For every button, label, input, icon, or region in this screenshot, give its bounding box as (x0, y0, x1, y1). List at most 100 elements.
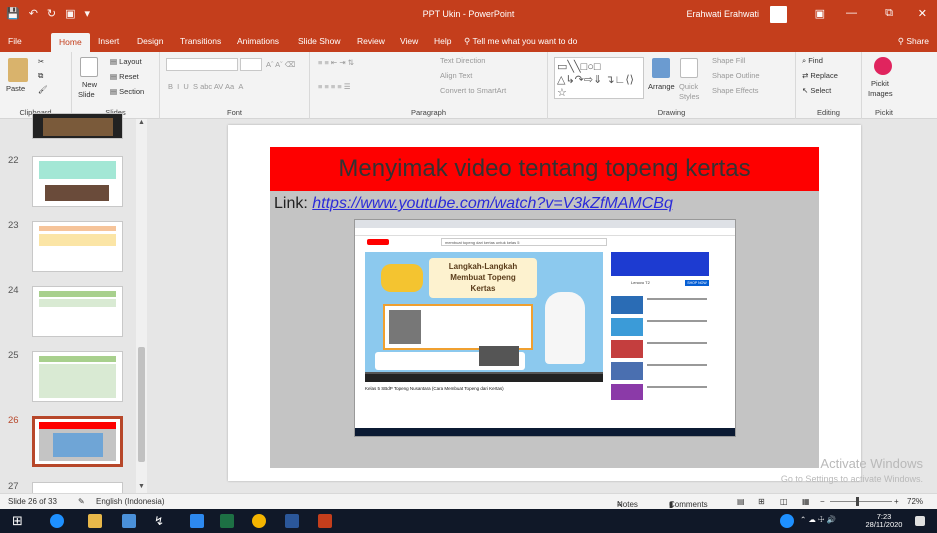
tab-file[interactable]: File (8, 36, 22, 46)
spellcheck-icon[interactable]: ✎ (78, 497, 85, 506)
quick-styles-icon[interactable] (680, 58, 698, 78)
copy-icon[interactable]: ⧉ (38, 71, 43, 81)
select-button[interactable]: ↖ Select (802, 86, 831, 95)
reading-view-icon[interactable]: ◫ (780, 497, 788, 506)
zoom-slider-thumb[interactable] (856, 497, 859, 506)
photos-icon[interactable] (190, 514, 204, 528)
ribbon-display-icon[interactable]: ▣ (815, 7, 825, 20)
thumbnail-slide-26[interactable] (32, 416, 123, 467)
arrange-button[interactable]: Arrange (648, 82, 675, 91)
edge-icon[interactable] (50, 514, 64, 528)
quick-styles-button[interactable]: Quick (679, 82, 698, 91)
slideshow-icon[interactable]: ▦ (802, 497, 810, 506)
shapes-gallery[interactable]: ▭╲╲□○□ △↳↷⇨⇓ ↴∟⟨⟩☆ (554, 57, 644, 99)
zoom-in-icon[interactable]: + (894, 497, 899, 506)
grow-font-icon[interactable]: Aˆ Aˇ ⌫ (266, 60, 295, 69)
layout-button[interactable]: ▤ Layout (110, 57, 142, 66)
slide-sorter-icon[interactable]: ⊞ (758, 497, 765, 506)
powerpoint-taskbar-icon[interactable] (318, 514, 332, 528)
tell-me-box[interactable]: ⚲ Tell me what you want to do (464, 36, 577, 47)
tab-review[interactable]: Review (357, 36, 385, 46)
tab-insert[interactable]: Insert (98, 36, 119, 46)
list-icons[interactable]: ≡ ≡ ⇤ ⇥ ⇅ (318, 58, 354, 67)
slide-number-26: 26 (8, 415, 19, 426)
file-explorer-icon[interactable] (88, 514, 102, 528)
minimize-icon[interactable]: — (846, 7, 857, 19)
font-size-combo[interactable] (240, 58, 262, 71)
thumbnail-slide-25[interactable] (32, 351, 123, 402)
section-button[interactable]: ▤ Section (110, 87, 144, 96)
convert-smartart-button[interactable]: Convert to SmartArt (440, 86, 506, 95)
youtube-link[interactable]: https://www.youtube.com/watch?v=V3kZfMAM… (312, 195, 673, 212)
pickit-button[interactable]: Pickit (871, 79, 889, 88)
new-slide-icon[interactable] (80, 57, 98, 77)
help-icon[interactable] (780, 514, 794, 528)
shape-outline-button[interactable]: Shape Outline (712, 71, 760, 80)
clock[interactable]: 7:23 28/11/2020 (864, 513, 904, 529)
windows-start-icon[interactable]: ⊞ (12, 514, 26, 528)
tab-view[interactable]: View (400, 36, 418, 46)
tab-animations[interactable]: Animations (237, 36, 279, 46)
zoom-level[interactable]: 72% (907, 497, 923, 506)
text-direction-button[interactable]: Text Direction (440, 56, 485, 65)
slide-number-23: 23 (8, 220, 19, 231)
zoom-slider[interactable] (830, 497, 892, 506)
current-slide[interactable]: Menyimak video tentang topeng kertas Lin… (228, 125, 861, 481)
quick-styles-button-2[interactable]: Styles (679, 92, 699, 101)
scrollbar-thumb[interactable] (138, 347, 145, 462)
excel-icon[interactable] (220, 514, 234, 528)
reset-button[interactable]: ▤ Reset (110, 72, 139, 81)
replace-button[interactable]: ⇄ Replace (802, 71, 838, 80)
tab-transitions[interactable]: Transitions (180, 36, 221, 46)
restore-icon[interactable]: ⧉ (885, 7, 893, 20)
shape-effects-button[interactable]: Shape Effects (712, 86, 759, 95)
close-icon[interactable]: ✕ (918, 7, 927, 20)
thumbnail-slide-24[interactable] (32, 286, 123, 337)
normal-view-icon[interactable]: ▤ (737, 497, 745, 506)
new-slide-button[interactable]: New (82, 80, 97, 89)
scroll-down-icon[interactable]: ▼ (138, 483, 145, 490)
align-icons[interactable]: ≡ ≡ ≡ ≡ ☰ (318, 82, 351, 91)
find-button[interactable]: ⌕ Find (802, 56, 823, 66)
thumbnail-slide-23[interactable] (32, 221, 123, 272)
scroll-up-icon[interactable]: ▲ (138, 119, 145, 126)
arrange-icon[interactable] (652, 58, 670, 78)
tab-slide-show[interactable]: Slide Show (298, 36, 341, 46)
user-name[interactable]: Erahwati Erahwati (686, 9, 759, 19)
tab-help[interactable]: Help (434, 36, 451, 46)
tab-design[interactable]: Design (137, 36, 163, 46)
youtube-screenshot[interactable]: membuat topeng dari kertas untuk kelas 5… (354, 219, 736, 437)
shape-fill-button[interactable]: Shape Fill (712, 56, 745, 65)
pickit-icon[interactable] (874, 57, 892, 75)
notifications-icon[interactable] (915, 516, 925, 526)
paste-icon[interactable] (8, 58, 28, 82)
thumbnails-scrollbar[interactable]: ▲ ▼ (136, 119, 147, 493)
language-indicator[interactable]: English (Indonesia) (96, 497, 164, 506)
tab-home[interactable]: Home (51, 33, 90, 52)
align-text-button[interactable]: Align Text (440, 71, 472, 80)
avatar[interactable] (770, 6, 787, 23)
chrome-icon[interactable] (252, 514, 266, 528)
browser-tabs (355, 220, 735, 228)
font-name-combo[interactable] (166, 58, 238, 71)
share-button[interactable]: ⚲ Share (898, 36, 929, 47)
slide-content-box[interactable]: Link: https://www.youtube.com/watch?v=V3… (270, 191, 819, 468)
explorer-window-icon[interactable] (122, 514, 136, 528)
font-format-icons[interactable]: B I U S abc AV Aa A (168, 82, 243, 91)
paste-button[interactable]: Paste (6, 84, 25, 93)
cut-icon[interactable]: ✂ (38, 57, 44, 66)
slide-number-27: 27 (8, 481, 19, 492)
editing-group: ⌕ Find ⇄ Replace ↖ Select Editing (796, 52, 862, 119)
winamp-icon[interactable]: ↯ (154, 514, 168, 528)
thumbnail-slide-21[interactable] (32, 113, 123, 139)
link-text[interactable]: Link: https://www.youtube.com/watch?v=V3… (274, 195, 673, 213)
slide-title[interactable]: Menyimak video tentang topeng kertas (270, 147, 819, 191)
format-painter-icon[interactable]: 🖌 (38, 85, 48, 94)
video-controls (365, 372, 603, 382)
word-icon[interactable] (285, 514, 299, 528)
zoom-out-icon[interactable]: − (820, 497, 825, 506)
thumbnail-slide-22[interactable] (32, 156, 123, 207)
tray-icons[interactable]: ⌃ ☁ ☩ 🔊 (800, 516, 836, 524)
new-slide-button-2[interactable]: Slide (78, 90, 95, 99)
pickit-images-button[interactable]: Images (868, 89, 893, 98)
